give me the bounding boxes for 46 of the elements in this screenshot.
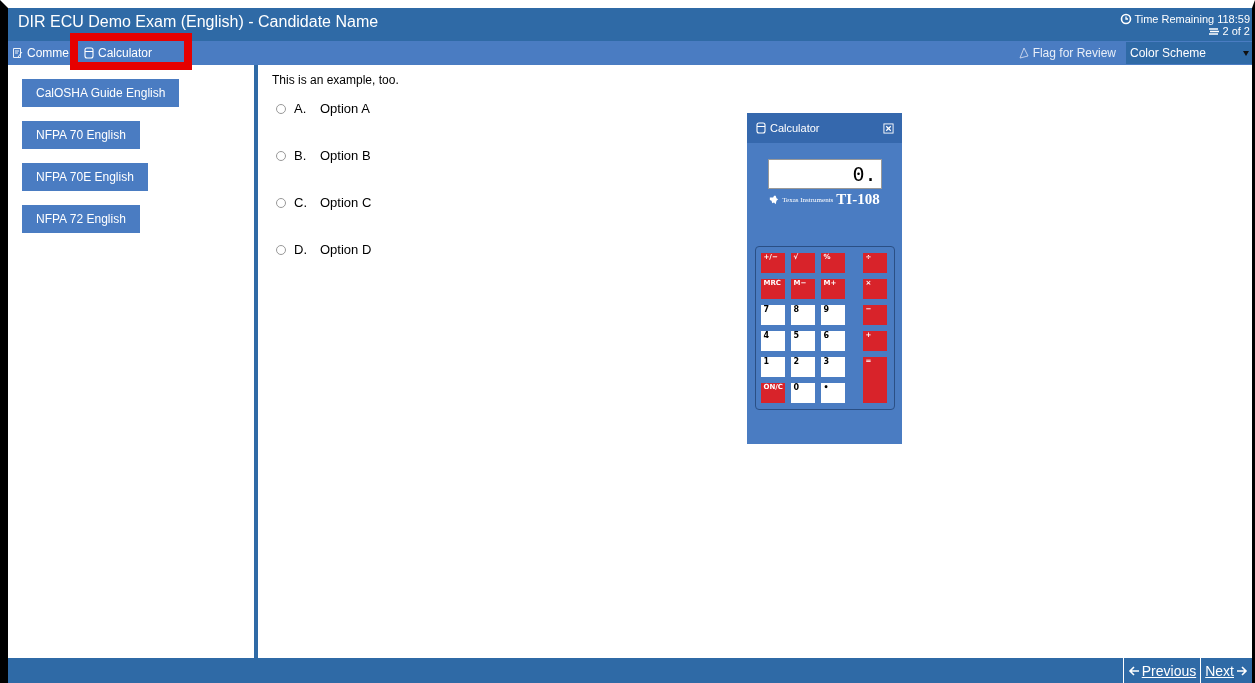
calculator-key[interactable]: 0 [790,383,815,403]
calculator-key[interactable]: 6 [820,331,845,351]
right-arrow-icon [1236,664,1248,677]
reference-button[interactable]: CalOSHA Guide English [22,79,180,107]
option-letter: A. [294,101,308,116]
option-label: Option D [320,242,372,257]
question-text: This is an example, too. [272,73,399,87]
calculator-key[interactable]: 2 [790,357,815,377]
calculator-key[interactable]: 7 [760,305,785,325]
calculator-title: Calculator [770,122,820,134]
calculator-key[interactable]: 5 [790,331,815,351]
reference-button[interactable]: NFPA 72 English [22,205,140,233]
option-label: Option B [320,148,371,163]
calculator-display: 0. [767,159,882,189]
left-arrow-icon [1127,664,1140,677]
flag-icon [1017,47,1030,59]
window-title: DIR ECU Demo Exam (English) - Candidate Name [18,13,379,30]
reference-button[interactable]: NFPA 70 English [22,121,140,149]
option-letter: B. [294,148,308,163]
toolbar-button[interactable]: Comme [8,41,73,65]
calculator-key[interactable]: • [820,383,845,403]
clock-icon [1120,12,1133,25]
model-name: TI-108 [836,191,880,208]
calculator-key[interactable]: 1 [760,357,785,377]
time-remaining: Time Remaining 118:59 [1134,12,1250,25]
next-button[interactable]: Next [1200,658,1252,683]
caret-icon [1242,49,1250,57]
reference-button[interactable]: NFPA 70E English [22,163,148,191]
option-label: Option C [320,195,372,210]
calculator-key[interactable]: 3 [820,357,845,377]
texas-logo-icon [769,194,780,205]
previous-button[interactable]: Previous [1122,658,1201,683]
calculator-icon [83,47,95,59]
calculator-icon [755,122,767,134]
option-letter: D. [294,242,308,257]
option-letter: C. [294,195,308,210]
calculator-key[interactable]: 4 [760,331,785,351]
toolbar-button[interactable]: Calculator [79,41,157,65]
calculator-key[interactable]: 8 [790,305,815,325]
flag-for-review-button[interactable]: Flag for Review [1013,41,1120,65]
option-label: Option A [320,101,370,116]
calculator-key[interactable]: 9 [820,305,845,325]
close-icon[interactable] [883,122,894,134]
question-counter: 2 of 2 [1222,24,1250,37]
color-scheme-dropdown[interactable]: Color Scheme [1126,42,1252,64]
note-pencil-icon [12,47,24,59]
